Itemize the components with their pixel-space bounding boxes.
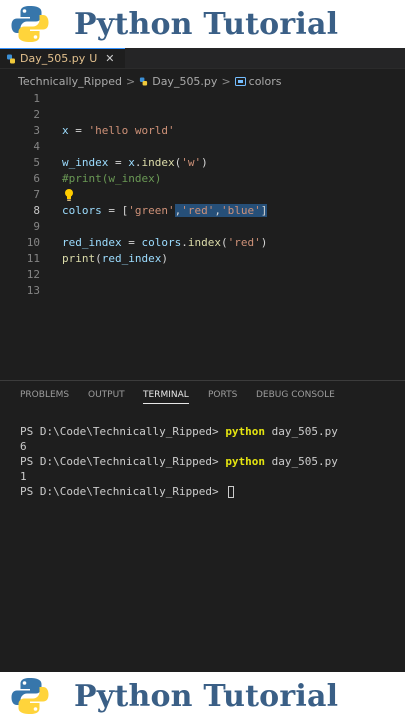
code-line: 13 <box>0 283 405 299</box>
tab-ports[interactable]: PORTS <box>208 390 237 400</box>
line-number: 2 <box>33 108 40 121</box>
python-file-icon <box>140 76 148 86</box>
line-number: 8 <box>33 204 40 217</box>
breadcrumb-symbol[interactable]: colors <box>249 75 282 88</box>
tab-day-505[interactable]: Day_505.py U ✕ <box>0 48 125 68</box>
code-text: print(red_index) <box>62 252 168 265</box>
line-number: 10 <box>26 236 40 249</box>
line-number: 1 <box>33 92 40 105</box>
panel-divider[interactable] <box>0 380 405 381</box>
line-number: 4 <box>33 140 40 153</box>
code-text: x = 'hello world' <box>62 124 175 137</box>
line-number: 9 <box>33 220 40 233</box>
top-banner: Python Tutorial <box>0 0 405 48</box>
terminal-line: PS D:\Code\Technically_Ripped> python da… <box>20 455 338 468</box>
breadcrumb-file[interactable]: Day_505.py <box>152 75 217 88</box>
code-editor[interactable]: 1 2 3 x = 'hello world' 4 5 w_index = x.… <box>0 90 405 378</box>
chevron-right-icon: > <box>126 74 136 88</box>
panel-tab-bar: PROBLEMS OUTPUT TERMINAL PORTS DEBUG CON… <box>0 386 405 410</box>
text-selection: ,'red','blue'] <box>174 204 268 217</box>
tab-output[interactable]: OUTPUT <box>88 390 125 400</box>
terminal[interactable]: PS D:\Code\Technically_Ripped> python da… <box>20 424 405 524</box>
line-number: 3 <box>33 124 40 137</box>
line-number: 6 <box>33 172 40 185</box>
code-line: 4 <box>0 139 405 155</box>
editor-tab-bar: Day_505.py U ✕ <box>0 48 405 69</box>
code-line: 6 #print(w_index) <box>0 171 405 187</box>
code-line: 12 <box>0 267 405 283</box>
untracked-badge: U <box>89 52 98 65</box>
python-file-icon <box>7 54 15 63</box>
terminal-output: 6 <box>20 440 27 453</box>
tab-filename: Day_505.py <box>20 52 86 65</box>
python-logo-icon <box>11 6 49 42</box>
code-line: 2 <box>0 107 405 123</box>
breadcrumb: Technically_Ripped > Day_505.py > colors <box>0 70 405 92</box>
chevron-right-icon: > <box>221 74 231 88</box>
banner-title: Python Tutorial <box>74 678 339 714</box>
line-number: 5 <box>33 156 40 169</box>
terminal-prompt-line[interactable]: PS D:\Code\Technically_Ripped> <box>20 484 405 499</box>
terminal-cursor <box>228 486 235 498</box>
line-number: 11 <box>26 252 40 265</box>
code-line: 3 x = 'hello world' <box>0 123 405 139</box>
tab-debug-console[interactable]: DEBUG CONSOLE <box>256 390 335 400</box>
code-line: 5 w_index = x.index('w') <box>0 155 405 171</box>
symbol-variable-icon <box>234 76 246 86</box>
code-line: 7 <box>0 187 405 203</box>
line-number: 13 <box>26 284 40 297</box>
terminal-line: PS D:\Code\Technically_Ripped> python da… <box>20 425 338 438</box>
line-number: 12 <box>26 268 40 281</box>
code-text: colors = ['green','red','blue'] <box>62 204 268 217</box>
code-text: w_index = x.index('w') <box>62 156 208 169</box>
code-text: red_index = colors.index('red') <box>62 236 268 249</box>
tab-terminal[interactable]: TERMINAL <box>143 390 189 404</box>
code-line: 1 <box>0 91 405 107</box>
code-line: 8 colors = ['green','red','blue'] <box>0 203 405 219</box>
lightbulb-icon[interactable] <box>64 188 74 202</box>
line-number: 7 <box>33 188 40 201</box>
close-icon[interactable]: ✕ <box>105 52 114 65</box>
code-line: 11 print(red_index) <box>0 251 405 267</box>
code-line: 10 red_index = colors.index('red') <box>0 235 405 251</box>
banner-title: Python Tutorial <box>74 6 339 42</box>
breadcrumb-folder[interactable]: Technically_Ripped <box>18 75 122 88</box>
code-comment: #print(w_index) <box>62 172 162 185</box>
code-line: 9 <box>0 219 405 235</box>
bottom-banner: Python Tutorial <box>0 672 405 720</box>
tab-problems[interactable]: PROBLEMS <box>20 390 69 400</box>
terminal-output: 1 <box>20 470 27 483</box>
python-logo-icon <box>11 678 49 714</box>
